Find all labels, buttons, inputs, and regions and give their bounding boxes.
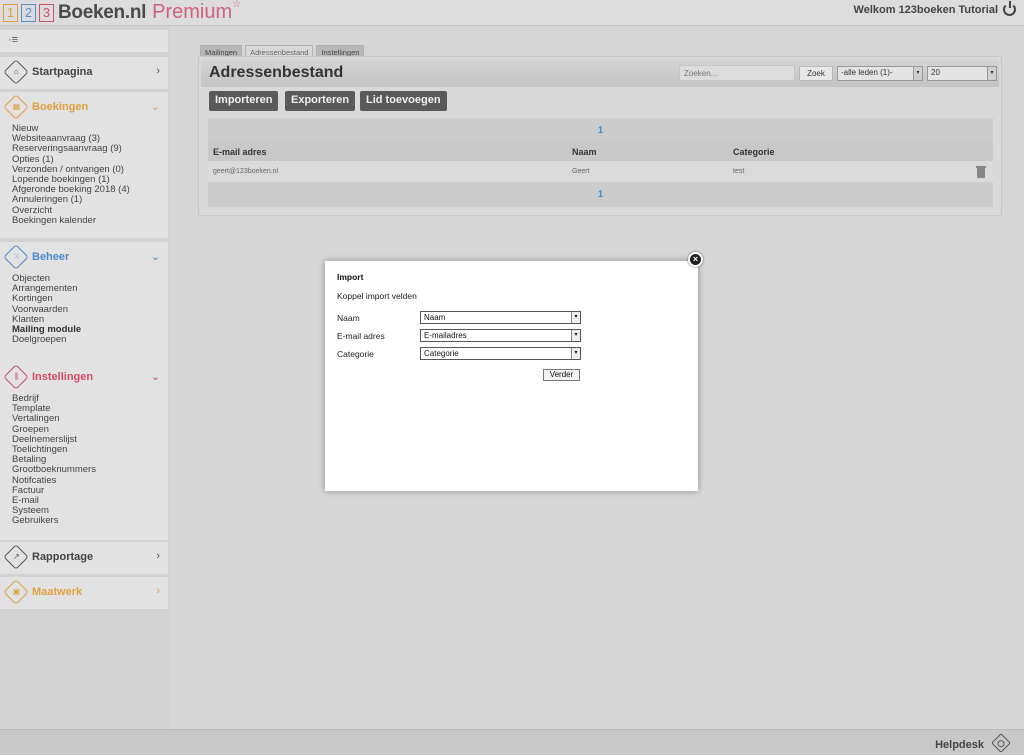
sidebar-item-rapportage[interactable]: ↗ Rapportage › [0, 542, 168, 574]
box-icon: ▣ [3, 579, 29, 605]
chevron-down-icon: ▾ [987, 67, 996, 80]
home-icon: ⌂ [3, 59, 29, 85]
email-select[interactable]: E-mailadres ▾ [420, 329, 581, 342]
close-icon[interactable]: × [688, 252, 703, 267]
chevron-right-icon: › [156, 65, 160, 77]
table-row[interactable]: geert@123boeken.nl Geert test [208, 161, 993, 182]
dialog-title: Import [337, 272, 364, 282]
sidebar-item-instellingen[interactable]: ⫼ Instellingen ⌄ [0, 362, 168, 394]
boekingen-list: Nieuw Websiteaanvraag (3) Reserveringsaanv… [0, 123, 168, 236]
sidebar-item-label: Maatwerk [32, 586, 83, 598]
import-dialog: Import Koppel import velden Naam Naam ▾ … [325, 261, 698, 491]
logo-digit-2: 2 [21, 3, 36, 22]
row-email: geert@123boeken.nl [213, 168, 279, 175]
grid-icon: ⁙ [3, 244, 29, 270]
top-bar: 1 2 3 Boeken.nl Premium ☆ Welkom 123boek… [0, 0, 1024, 26]
chevron-down-icon: ▾ [571, 348, 580, 359]
footer: Helpdesk [0, 729, 1024, 755]
categorie-select-value: Categorie [424, 349, 459, 358]
page-title: Adressenbestand [209, 64, 344, 81]
row-naam: Geert [572, 168, 590, 175]
logo-premium: Premium [152, 1, 233, 23]
import-button[interactable]: Importeren [209, 91, 279, 111]
column-email[interactable]: E-mail adres [213, 147, 267, 157]
page-size-value: 20 [931, 68, 940, 77]
chevron-right-icon: › [156, 550, 160, 562]
search-input[interactable] [679, 65, 795, 81]
export-button[interactable]: Exporteren [285, 91, 356, 111]
next-button[interactable]: Verder [543, 369, 580, 381]
add-member-button[interactable]: Lid toevoegen [360, 91, 447, 111]
address-book-card: Adressenbestand Zoek -alle leden (1)- ▾ … [198, 56, 1002, 216]
chevron-down-icon: ⌄ [150, 371, 160, 383]
chevron-down-icon: ▾ [571, 330, 580, 341]
sidebar-collapse-button[interactable]: ·≡ [0, 30, 168, 52]
logo-brand: Boeken.nl [58, 1, 147, 23]
sidebar-item-boekingen[interactable]: ▦ Boekingen ⌄ [0, 92, 168, 124]
sidebar-subitem[interactable]: Boekingen kalender [12, 215, 156, 226]
chevron-down-icon: ▾ [571, 312, 580, 323]
welcome-text: Welkom 123boeken Tutorial [853, 4, 998, 16]
row-categorie: test [733, 168, 745, 175]
sidebar-item-maatwerk[interactable]: ▣ Maatwerk › [0, 577, 168, 609]
premium-star-icon: ☆ [232, 0, 242, 10]
sidebar-section-boekingen: ▦ Boekingen ⌄ Nieuw Websiteaanvraag (3) Re… [0, 92, 168, 238]
lifebuoy-icon[interactable] [991, 733, 1011, 753]
sidebar-subitem[interactable]: Gebruikers [12, 516, 156, 526]
chevron-down-icon: ▾ [913, 67, 922, 80]
field-label-email: E-mail adres [337, 331, 385, 341]
column-naam[interactable]: Naam [572, 147, 597, 157]
sliders-icon: ⫼ [3, 364, 29, 390]
logo-digit-3: 3 [39, 3, 54, 22]
helpdesk-link[interactable]: Helpdesk [935, 739, 984, 751]
categorie-select[interactable]: Categorie ▾ [420, 347, 581, 360]
field-label-categorie: Categorie [337, 349, 374, 359]
calendar-icon: ▦ [3, 94, 29, 120]
field-label-naam: Naam [337, 313, 360, 323]
instellingen-list: Bedrijf Template Vertalingen Groepen Deelnem… [0, 393, 168, 537]
naam-select[interactable]: Naam ▾ [420, 311, 581, 324]
search-button[interactable]: Zoek [799, 66, 833, 81]
sidebar-item-startpagina[interactable]: ⌂ Startpagina › [0, 57, 168, 89]
card-header: Adressenbestand Zoek -alle leden (1)- ▾ … [201, 59, 999, 87]
sidebar-item-label: Rapportage [32, 551, 94, 563]
pagination-bottom[interactable]: 1 [208, 182, 993, 207]
sidebar-item-label: Startpagina [32, 66, 93, 78]
member-filter-value: -alle leden (1)- [841, 68, 893, 77]
chevron-right-icon: › [156, 585, 160, 597]
table-header: E-mail adres Naam Categorie [208, 143, 993, 161]
member-filter-select[interactable]: -alle leden (1)- ▾ [837, 66, 923, 81]
email-select-value: E-mailadres [424, 331, 467, 340]
logo[interactable]: 1 2 3 Boeken.nl Premium ☆ [3, 0, 242, 24]
column-categorie[interactable]: Categorie [733, 147, 775, 157]
sidebar-subitem[interactable]: Doelgroepen [12, 335, 156, 345]
sidebar-item-label: Boekingen [32, 101, 89, 113]
page-size-select[interactable]: 20 ▾ [927, 66, 997, 81]
logo-digit-1: 1 [3, 3, 18, 22]
dialog-subtitle: Koppel import velden [337, 291, 417, 301]
sidebar-item-label: Instellingen [32, 371, 94, 383]
power-icon[interactable] [1003, 1, 1016, 16]
chevron-down-icon: ⌄ [150, 251, 160, 263]
pagination-top[interactable]: 1 [208, 118, 993, 143]
naam-select-value: Naam [424, 313, 446, 322]
trash-icon[interactable] [976, 166, 986, 178]
sidebar-item-beheer[interactable]: ⁙ Beheer ⌄ [0, 242, 168, 274]
sidebar-item-label: Beheer [32, 251, 70, 263]
chevron-down-icon: ⌄ [150, 101, 160, 113]
sidebar-section-instellingen: ⫼ Instellingen ⌄ Bedrijf Template Vertalin… [0, 362, 168, 540]
sidebar-section-beheer: ⁙ Beheer ⌄ Objecten Arrangementen Kortinge… [0, 242, 168, 362]
beheer-list: Objecten Arrangementen Kortingen Voorwaarde… [0, 273, 168, 355]
chart-icon: ↗ [3, 544, 29, 570]
sidebar: ·≡ ⌂ Startpagina › ▦ Boekingen ⌄ Nieuw We… [0, 27, 170, 729]
